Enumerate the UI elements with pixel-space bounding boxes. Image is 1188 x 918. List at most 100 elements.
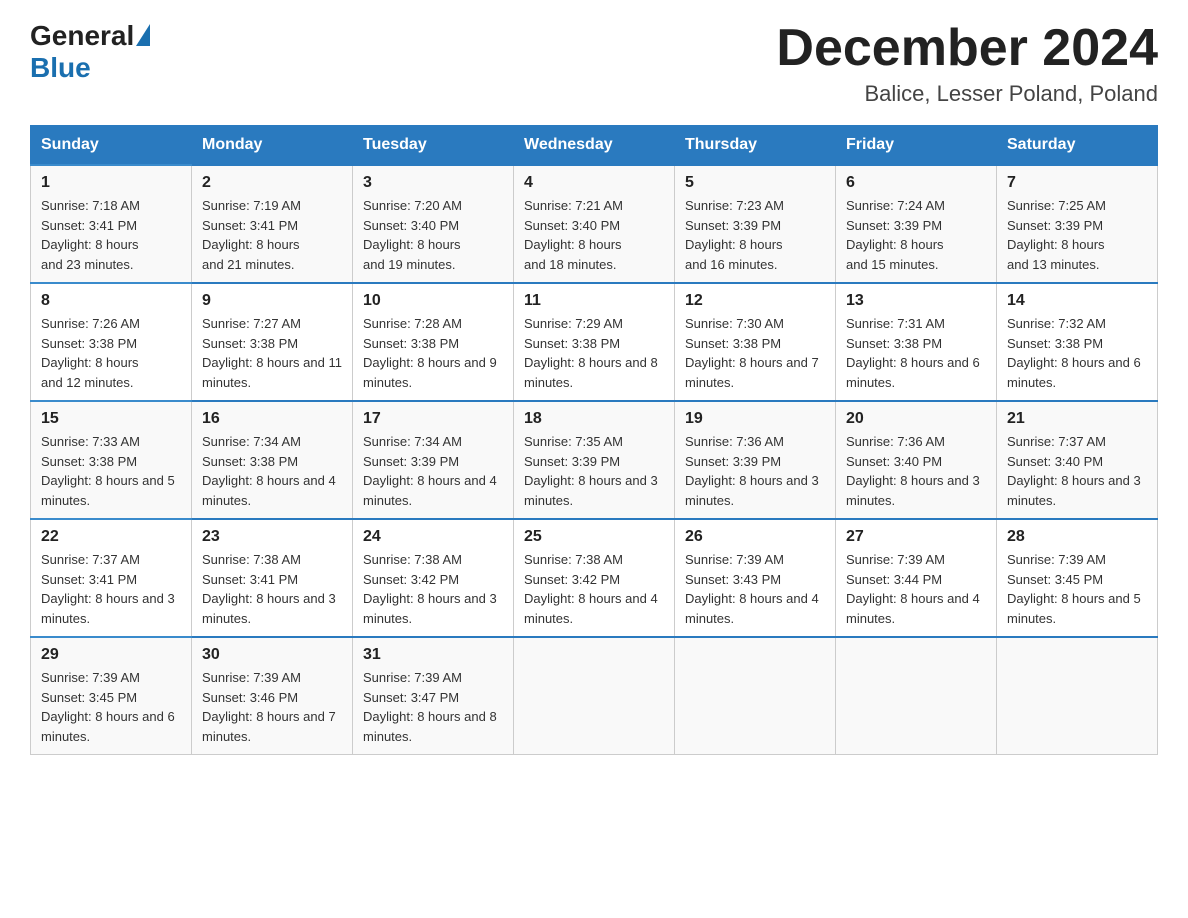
calendar-cell: 21 Sunrise: 7:37 AM Sunset: 3:40 PM Dayl… xyxy=(997,401,1158,519)
day-info: Sunrise: 7:39 AM Sunset: 3:44 PM Dayligh… xyxy=(846,550,986,628)
day-number: 22 xyxy=(41,528,181,546)
calendar-cell: 1 Sunrise: 7:18 AM Sunset: 3:41 PM Dayli… xyxy=(31,165,192,283)
day-number: 1 xyxy=(41,174,181,192)
calendar-cell: 12 Sunrise: 7:30 AM Sunset: 3:38 PM Dayl… xyxy=(675,283,836,401)
col-header-friday: Friday xyxy=(836,126,997,166)
calendar-cell: 10 Sunrise: 7:28 AM Sunset: 3:38 PM Dayl… xyxy=(353,283,514,401)
day-info: Sunrise: 7:33 AM Sunset: 3:38 PM Dayligh… xyxy=(41,432,181,510)
calendar-cell: 2 Sunrise: 7:19 AM Sunset: 3:41 PM Dayli… xyxy=(192,165,353,283)
day-info: Sunrise: 7:36 AM Sunset: 3:40 PM Dayligh… xyxy=(846,432,986,510)
day-number: 7 xyxy=(1007,174,1147,192)
day-number: 16 xyxy=(202,410,342,428)
calendar-header-row: SundayMondayTuesdayWednesdayThursdayFrid… xyxy=(31,126,1158,166)
col-header-saturday: Saturday xyxy=(997,126,1158,166)
logo-blue-text: Blue xyxy=(30,52,91,84)
calendar-cell: 4 Sunrise: 7:21 AM Sunset: 3:40 PM Dayli… xyxy=(514,165,675,283)
day-number: 23 xyxy=(202,528,342,546)
day-number: 27 xyxy=(846,528,986,546)
calendar-cell: 20 Sunrise: 7:36 AM Sunset: 3:40 PM Dayl… xyxy=(836,401,997,519)
day-number: 10 xyxy=(363,292,503,310)
day-info: Sunrise: 7:37 AM Sunset: 3:41 PM Dayligh… xyxy=(41,550,181,628)
calendar-cell: 5 Sunrise: 7:23 AM Sunset: 3:39 PM Dayli… xyxy=(675,165,836,283)
day-info: Sunrise: 7:27 AM Sunset: 3:38 PM Dayligh… xyxy=(202,314,342,392)
day-number: 24 xyxy=(363,528,503,546)
day-info: Sunrise: 7:39 AM Sunset: 3:47 PM Dayligh… xyxy=(363,668,503,746)
day-info: Sunrise: 7:39 AM Sunset: 3:45 PM Dayligh… xyxy=(1007,550,1147,628)
month-title: December 2024 xyxy=(776,20,1158,77)
calendar-week-row: 15 Sunrise: 7:33 AM Sunset: 3:38 PM Dayl… xyxy=(31,401,1158,519)
col-header-tuesday: Tuesday xyxy=(353,126,514,166)
calendar-cell: 25 Sunrise: 7:38 AM Sunset: 3:42 PM Dayl… xyxy=(514,519,675,637)
logo-triangle-icon xyxy=(136,24,150,46)
calendar-week-row: 22 Sunrise: 7:37 AM Sunset: 3:41 PM Dayl… xyxy=(31,519,1158,637)
calendar-week-row: 1 Sunrise: 7:18 AM Sunset: 3:41 PM Dayli… xyxy=(31,165,1158,283)
calendar-cell: 31 Sunrise: 7:39 AM Sunset: 3:47 PM Dayl… xyxy=(353,637,514,755)
day-number: 13 xyxy=(846,292,986,310)
day-number: 20 xyxy=(846,410,986,428)
day-number: 8 xyxy=(41,292,181,310)
logo-general-text: General xyxy=(30,20,134,52)
day-info: Sunrise: 7:29 AM Sunset: 3:38 PM Dayligh… xyxy=(524,314,664,392)
calendar-cell: 27 Sunrise: 7:39 AM Sunset: 3:44 PM Dayl… xyxy=(836,519,997,637)
calendar-cell xyxy=(997,637,1158,755)
day-info: Sunrise: 7:37 AM Sunset: 3:40 PM Dayligh… xyxy=(1007,432,1147,510)
day-number: 5 xyxy=(685,174,825,192)
calendar-table: SundayMondayTuesdayWednesdayThursdayFrid… xyxy=(30,125,1158,755)
day-number: 14 xyxy=(1007,292,1147,310)
calendar-cell: 11 Sunrise: 7:29 AM Sunset: 3:38 PM Dayl… xyxy=(514,283,675,401)
logo-blue-part xyxy=(134,24,150,48)
calendar-cell xyxy=(836,637,997,755)
day-number: 21 xyxy=(1007,410,1147,428)
location-subtitle: Balice, Lesser Poland, Poland xyxy=(776,81,1158,107)
day-info: Sunrise: 7:38 AM Sunset: 3:41 PM Dayligh… xyxy=(202,550,342,628)
day-number: 2 xyxy=(202,174,342,192)
day-info: Sunrise: 7:20 AM Sunset: 3:40 PM Dayligh… xyxy=(363,196,503,274)
day-number: 18 xyxy=(524,410,664,428)
day-number: 30 xyxy=(202,646,342,664)
day-info: Sunrise: 7:35 AM Sunset: 3:39 PM Dayligh… xyxy=(524,432,664,510)
day-number: 15 xyxy=(41,410,181,428)
calendar-cell: 29 Sunrise: 7:39 AM Sunset: 3:45 PM Dayl… xyxy=(31,637,192,755)
title-area: December 2024 Balice, Lesser Poland, Pol… xyxy=(776,20,1158,107)
day-number: 29 xyxy=(41,646,181,664)
calendar-cell: 18 Sunrise: 7:35 AM Sunset: 3:39 PM Dayl… xyxy=(514,401,675,519)
day-info: Sunrise: 7:34 AM Sunset: 3:38 PM Dayligh… xyxy=(202,432,342,510)
day-info: Sunrise: 7:26 AM Sunset: 3:38 PM Dayligh… xyxy=(41,314,181,392)
day-info: Sunrise: 7:30 AM Sunset: 3:38 PM Dayligh… xyxy=(685,314,825,392)
day-info: Sunrise: 7:25 AM Sunset: 3:39 PM Dayligh… xyxy=(1007,196,1147,274)
day-number: 31 xyxy=(363,646,503,664)
calendar-cell: 24 Sunrise: 7:38 AM Sunset: 3:42 PM Dayl… xyxy=(353,519,514,637)
day-number: 19 xyxy=(685,410,825,428)
day-info: Sunrise: 7:23 AM Sunset: 3:39 PM Dayligh… xyxy=(685,196,825,274)
calendar-cell: 19 Sunrise: 7:36 AM Sunset: 3:39 PM Dayl… xyxy=(675,401,836,519)
calendar-cell: 3 Sunrise: 7:20 AM Sunset: 3:40 PM Dayli… xyxy=(353,165,514,283)
calendar-cell xyxy=(514,637,675,755)
day-info: Sunrise: 7:36 AM Sunset: 3:39 PM Dayligh… xyxy=(685,432,825,510)
calendar-cell: 15 Sunrise: 7:33 AM Sunset: 3:38 PM Dayl… xyxy=(31,401,192,519)
calendar-cell: 22 Sunrise: 7:37 AM Sunset: 3:41 PM Dayl… xyxy=(31,519,192,637)
calendar-week-row: 29 Sunrise: 7:39 AM Sunset: 3:45 PM Dayl… xyxy=(31,637,1158,755)
calendar-cell: 23 Sunrise: 7:38 AM Sunset: 3:41 PM Dayl… xyxy=(192,519,353,637)
day-number: 17 xyxy=(363,410,503,428)
day-info: Sunrise: 7:31 AM Sunset: 3:38 PM Dayligh… xyxy=(846,314,986,392)
day-number: 25 xyxy=(524,528,664,546)
day-number: 11 xyxy=(524,292,664,310)
day-info: Sunrise: 7:39 AM Sunset: 3:43 PM Dayligh… xyxy=(685,550,825,628)
day-info: Sunrise: 7:18 AM Sunset: 3:41 PM Dayligh… xyxy=(41,196,181,274)
calendar-cell: 13 Sunrise: 7:31 AM Sunset: 3:38 PM Dayl… xyxy=(836,283,997,401)
day-info: Sunrise: 7:28 AM Sunset: 3:38 PM Dayligh… xyxy=(363,314,503,392)
logo: General Blue xyxy=(30,20,150,84)
day-info: Sunrise: 7:39 AM Sunset: 3:45 PM Dayligh… xyxy=(41,668,181,746)
calendar-cell: 17 Sunrise: 7:34 AM Sunset: 3:39 PM Dayl… xyxy=(353,401,514,519)
page-header: General Blue December 2024 Balice, Lesse… xyxy=(30,20,1158,107)
day-number: 4 xyxy=(524,174,664,192)
calendar-cell xyxy=(675,637,836,755)
day-number: 9 xyxy=(202,292,342,310)
day-info: Sunrise: 7:38 AM Sunset: 3:42 PM Dayligh… xyxy=(363,550,503,628)
day-info: Sunrise: 7:19 AM Sunset: 3:41 PM Dayligh… xyxy=(202,196,342,274)
day-number: 26 xyxy=(685,528,825,546)
col-header-monday: Monday xyxy=(192,126,353,166)
col-header-sunday: Sunday xyxy=(31,126,192,166)
calendar-cell: 6 Sunrise: 7:24 AM Sunset: 3:39 PM Dayli… xyxy=(836,165,997,283)
calendar-cell: 14 Sunrise: 7:32 AM Sunset: 3:38 PM Dayl… xyxy=(997,283,1158,401)
